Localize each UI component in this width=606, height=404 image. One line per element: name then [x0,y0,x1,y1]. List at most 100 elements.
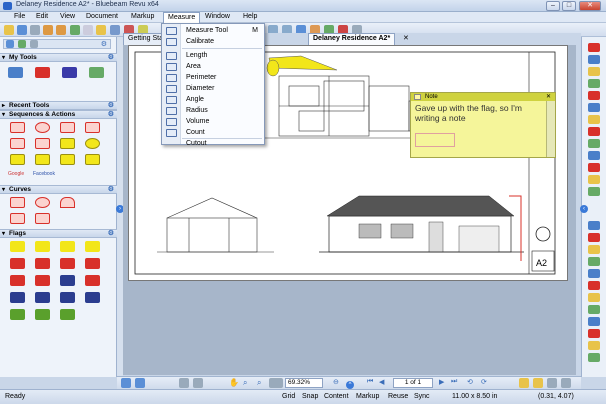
zoom-out-icon[interactable]: ⊖ [333,378,339,386]
view-icon[interactable] [30,40,38,48]
flag-blue-2[interactable] [10,292,25,303]
single-page-icon[interactable] [121,378,131,388]
links-icon[interactable] [588,127,600,136]
curve-ellipse[interactable] [35,197,50,208]
action-square[interactable] [10,122,25,133]
action-triangle[interactable] [60,122,75,133]
layers-icon[interactable] [588,79,600,88]
eraser-tool-icon[interactable] [588,353,600,362]
note-popup[interactable]: Note ✕ Gave up with the flag, so I'm wri… [410,92,556,158]
add-tool-icon[interactable] [6,40,14,48]
flag-yellow-1[interactable] [10,241,25,252]
flag-green-2[interactable] [35,309,50,320]
action-star[interactable] [10,138,25,149]
zoom-tool-icon[interactable]: ⌕ [243,378,247,388]
open-icon[interactable] [4,25,14,35]
rotate-icon[interactable] [588,257,600,266]
menu-item-volume[interactable]: Volume [162,116,264,127]
tool-pen-red[interactable] [35,67,50,78]
bluebeam-app-icon[interactable] [3,2,12,10]
measurements-icon[interactable] [588,163,600,172]
gear-icon[interactable]: ⚙ [101,40,107,48]
menu-item-calibrate[interactable]: Calibrate [162,36,264,47]
flag-blue-5[interactable] [85,292,100,303]
flag-yellow-4[interactable] [85,241,100,252]
flag-red-2[interactable] [35,258,50,269]
flag-blue-3[interactable] [35,292,50,303]
snap-toggle[interactable]: Snap [302,393,318,400]
menu-item-measure-tool[interactable]: Measure Tool M [162,25,264,36]
save-icon[interactable] [17,25,27,35]
menu-file[interactable]: File [10,12,29,23]
last-page-icon[interactable]: ⏭ [451,378,457,386]
page-number-field[interactable]: 1 of 1 [393,378,433,388]
sets-icon[interactable] [588,139,600,148]
tab-delaney-residence[interactable]: Delaney Residence A2* [308,33,396,45]
action-circle[interactable] [35,122,50,133]
zoom-out-icon[interactable] [588,233,600,242]
google-stamp[interactable]: Google [8,171,24,177]
lock-icon[interactable] [519,378,529,388]
gear-icon[interactable]: ⚙ [108,54,114,62]
cut-icon[interactable] [70,25,80,35]
snapshot-icon[interactable] [588,245,600,254]
sync-toggle[interactable]: Sync [414,393,430,400]
back-icon[interactable]: ⟲ [467,378,473,386]
note-close-icon[interactable]: ✕ [546,93,551,101]
gear-icon[interactable]: ⚙ [108,102,114,110]
minimize-button[interactable]: – [546,1,560,11]
menu-item-angle[interactable]: Angle [162,94,264,105]
file-access-icon[interactable] [588,175,600,184]
section-flags[interactable]: ▾ Flags ⚙ [0,229,117,238]
signatures-icon[interactable] [588,115,600,124]
content-toggle[interactable]: Content [324,393,349,400]
thumbnails-icon[interactable] [588,67,600,76]
flag-green-3[interactable] [60,309,75,320]
action-triangle-yellow[interactable] [10,154,25,165]
action-hexagon[interactable] [35,138,50,149]
tool-pen-blue[interactable] [62,67,77,78]
curve-semicircle[interactable] [60,197,75,208]
fit-width-icon[interactable] [269,378,283,388]
action-pentagon-yellow[interactable] [35,154,50,165]
zoom-in-icon[interactable] [588,221,600,230]
menu-window[interactable]: Window [201,12,234,23]
markups-list-icon[interactable] [588,91,600,100]
zoom-rect-icon[interactable]: ⌕ [257,378,261,388]
pan-hand-icon[interactable]: ✋ [229,378,239,387]
section-recent-tools[interactable]: ▸ Recent Tools ⚙ [0,101,117,110]
gear-icon[interactable]: ⚙ [108,111,114,119]
bookmarks-icon[interactable] [588,55,600,64]
menu-item-radius[interactable]: Radius [162,105,264,116]
gear-icon[interactable]: ⚙ [108,186,114,194]
grid-toggle[interactable]: Grid [282,393,295,400]
continuous-icon[interactable] [135,378,145,388]
stamp-tool-icon[interactable] [588,281,600,290]
forward-icon[interactable]: ⟳ [481,378,487,386]
flag-yellow-2[interactable] [35,241,50,252]
help-icon[interactable] [561,378,571,388]
note-header[interactable]: Note ✕ [411,93,555,101]
paste-icon[interactable] [96,25,106,35]
facebook-stamp[interactable]: Facebook [33,171,55,177]
menu-edit[interactable]: Edit [32,12,52,23]
flag-red-7[interactable] [85,275,100,286]
menu-item-diameter[interactable]: Diameter [162,83,264,94]
flag-blue-4[interactable] [60,292,75,303]
section-my-tools[interactable]: ▾ My Tools ⚙ [0,53,117,62]
tab-close-icon[interactable]: ✕ [403,34,409,42]
section-sequences-actions[interactable]: ▾ Sequences & Actions ⚙ [0,110,117,119]
compare-icon[interactable] [588,187,600,196]
first-page-icon[interactable]: ⏮ [367,378,373,386]
redo-icon[interactable] [56,25,66,35]
tool-measure[interactable] [8,67,23,78]
action-circle-yellow[interactable] [85,138,100,149]
action-square-yellow[interactable] [60,138,75,149]
flag-red-5[interactable] [10,275,25,286]
callout-tool-icon[interactable] [588,317,600,326]
flag-blue-1[interactable] [60,275,75,286]
reuse-toggle[interactable]: Reuse [388,393,408,400]
menu-item-perimeter[interactable]: Perimeter [162,72,264,83]
studio-icon[interactable] [588,151,600,160]
curve-wave[interactable] [10,213,25,224]
